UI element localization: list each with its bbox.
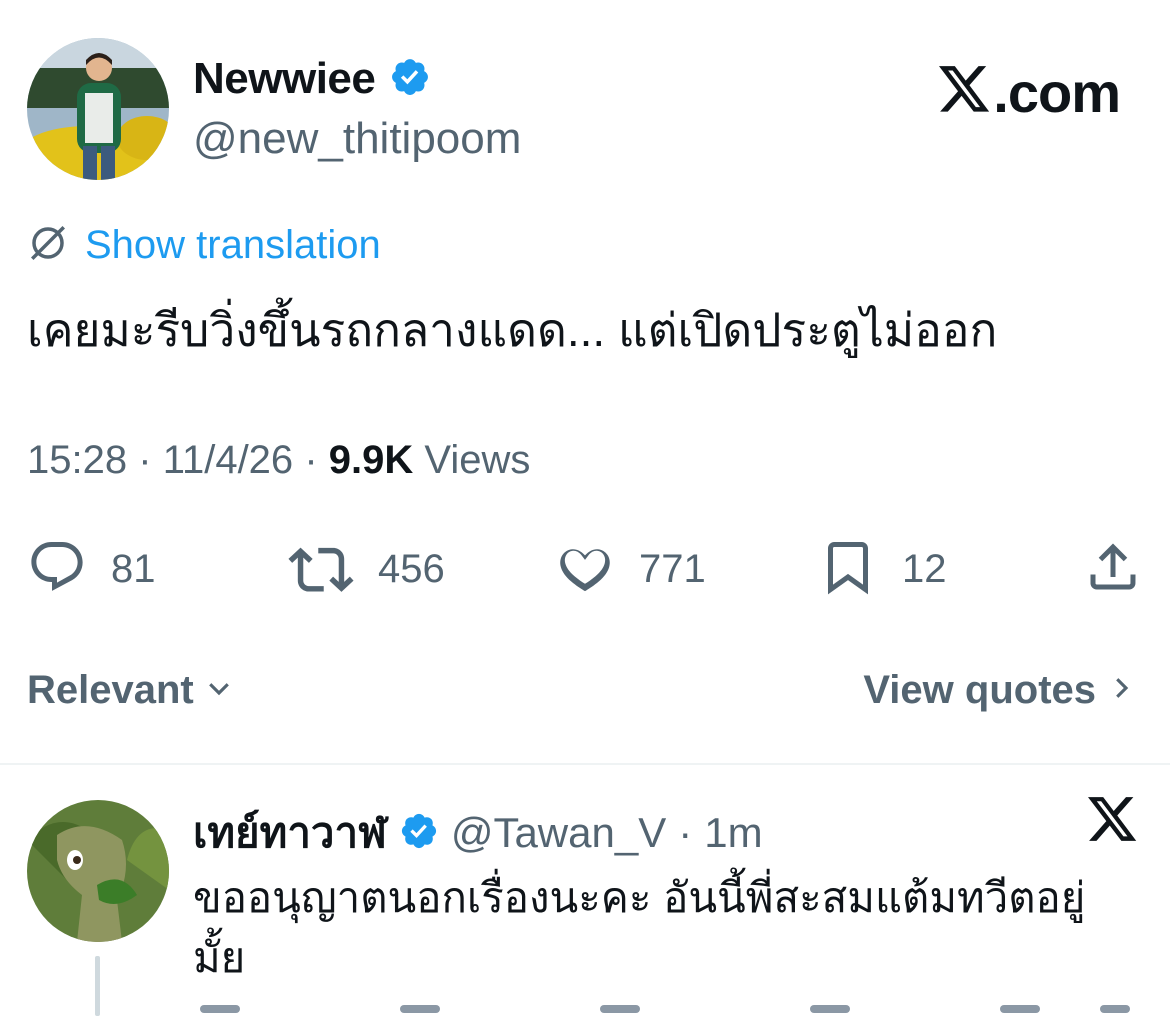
tweet-metadata: 15:28 · 11/4/26 · 9.9K Views	[27, 438, 530, 483]
share-icon	[1083, 543, 1143, 601]
verified-badge-icon	[399, 811, 439, 856]
view-quotes-label: View quotes	[863, 668, 1096, 712]
reply-author-handle[interactable]: @Tawan_V	[451, 809, 666, 857]
reply-action-stub	[1000, 1005, 1040, 1013]
repost-count: 456	[378, 547, 445, 591]
author-avatar[interactable]	[27, 38, 169, 180]
reply-action-stub	[810, 1005, 850, 1013]
reply-count: 81	[111, 547, 156, 591]
meta-separator: ·	[304, 438, 318, 482]
tweet-time[interactable]: 15:28	[27, 438, 127, 482]
x-logo-icon	[939, 66, 991, 119]
brand-text: .com	[993, 61, 1121, 124]
chevron-down-icon	[204, 668, 234, 713]
relevant-label: Relevant	[27, 668, 194, 712]
reply-action-stub	[600, 1005, 640, 1013]
bookmark-count: 12	[902, 547, 947, 591]
reply-separator: ·	[678, 809, 693, 856]
reply-age[interactable]: 1m	[704, 809, 762, 857]
author-name-row: Newwiee	[193, 54, 431, 104]
bookmark-button[interactable]: 12	[818, 537, 947, 602]
author-handle[interactable]: @new_thitipoom	[193, 114, 521, 164]
reply-avatar-image	[27, 800, 169, 942]
like-count: 771	[639, 547, 706, 591]
like-icon	[555, 537, 615, 602]
x-logo-icon	[1088, 796, 1138, 849]
repost-button[interactable]: 456	[288, 537, 445, 602]
reply-action-stub	[200, 1005, 240, 1013]
tweet-text: เคยมะรีบวิ่งขึ้นรถกลางแดด... แต่เปิดประต…	[27, 304, 998, 356]
repost-icon	[288, 537, 354, 602]
chevron-right-icon	[1106, 668, 1136, 713]
view-quotes-link[interactable]: View quotes	[863, 668, 1136, 713]
show-translation-link[interactable]: Show translation	[85, 223, 381, 268]
brand-watermark: .com	[939, 60, 1121, 125]
author-avatar-image	[27, 38, 169, 180]
reply-action-stub	[1100, 1005, 1130, 1013]
meta-separator: ·	[138, 438, 152, 482]
reply-author-name[interactable]: เทย์ทาวาฬ	[193, 800, 387, 866]
translate-icon	[27, 222, 69, 269]
share-button[interactable]	[1083, 537, 1143, 602]
reply-author-avatar[interactable]	[27, 800, 169, 942]
show-translation-row[interactable]: Show translation	[27, 222, 381, 269]
reply-text: ขออนุญาตนอกเรื่องนะคะ อันนี้พี่สะสมแต้มท…	[193, 874, 1086, 981]
bookmark-icon	[818, 537, 878, 602]
reply-button[interactable]: 81	[27, 537, 156, 602]
reply-action-stub	[400, 1005, 440, 1013]
tweet-date[interactable]: 11/4/26	[163, 438, 294, 482]
section-divider	[0, 763, 1170, 765]
reply-header: เทย์ทาวาฬ @Tawan_V · 1m	[193, 800, 763, 866]
author-name[interactable]: Newwiee	[193, 54, 376, 104]
views-count: 9.9K	[328, 438, 414, 482]
thread-line	[95, 956, 100, 1016]
verified-badge-icon	[389, 56, 431, 103]
reply-icon	[27, 537, 87, 602]
like-button[interactable]: 771	[555, 537, 706, 602]
views-label: Views	[424, 438, 531, 482]
relevant-filter[interactable]: Relevant	[27, 668, 234, 713]
